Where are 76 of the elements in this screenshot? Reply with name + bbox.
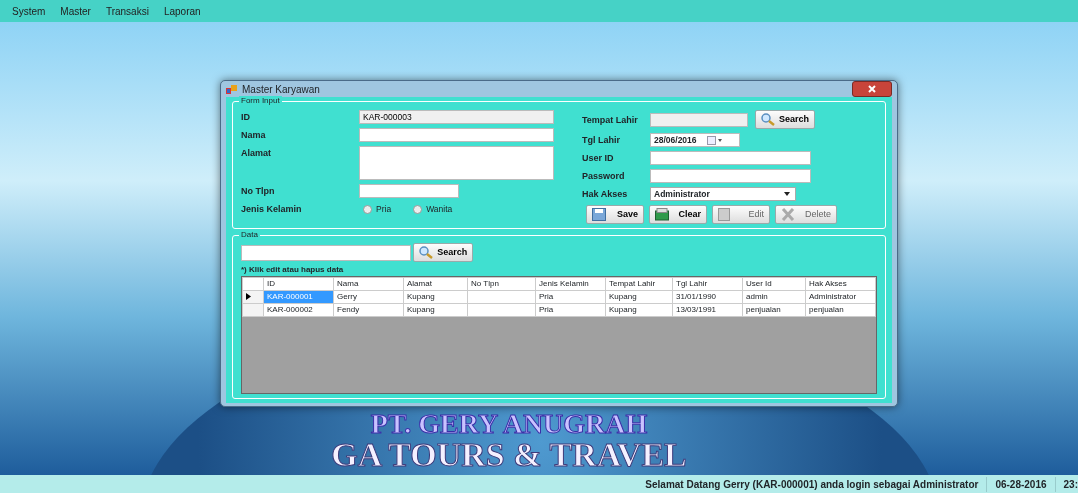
column-header[interactable]: No Tlpn bbox=[467, 277, 536, 291]
window-title: Master Karyawan bbox=[242, 82, 320, 97]
input-field[interactable] bbox=[359, 184, 459, 198]
field-label: Nama bbox=[241, 129, 267, 142]
menu-item[interactable]: Laporan bbox=[163, 3, 201, 19]
table-cell: penjualan bbox=[742, 303, 806, 317]
row-header-corner bbox=[242, 277, 264, 291]
field-label: Tgl Lahir bbox=[582, 134, 621, 147]
calendar-dropdown-icon bbox=[706, 135, 723, 145]
input-field[interactable] bbox=[650, 151, 811, 165]
close-button[interactable] bbox=[852, 81, 892, 97]
input-field[interactable] bbox=[359, 146, 554, 180]
row-header[interactable] bbox=[242, 290, 264, 304]
table-cell: Gerry bbox=[333, 290, 404, 304]
menu-item[interactable]: System bbox=[12, 3, 46, 19]
input-field[interactable] bbox=[650, 112, 748, 127]
search-icon bbox=[761, 113, 775, 126]
menu-item[interactable]: Transaksi bbox=[105, 3, 149, 19]
status-date: 06-28-2016 bbox=[986, 476, 1055, 492]
radio-option[interactable]: Pria bbox=[363, 202, 392, 216]
status-time: 23: bbox=[1054, 476, 1078, 492]
field-label: No Tlpn bbox=[241, 185, 276, 198]
table-cell bbox=[467, 290, 536, 304]
table-cell: Kupang bbox=[605, 303, 673, 317]
table-cell: Kupang bbox=[403, 290, 468, 304]
caret-icon bbox=[784, 192, 790, 196]
input-field[interactable]: KAR-000003 bbox=[359, 110, 554, 124]
banner-title: PT. GERY ANUGRAH bbox=[370, 410, 648, 438]
column-header[interactable]: Hak Akses bbox=[805, 277, 876, 291]
action-button[interactable]: Save bbox=[586, 205, 644, 224]
table-cell: 13/03/1991 bbox=[672, 303, 743, 317]
field-label: Tempat Lahir bbox=[582, 113, 639, 127]
menu-item[interactable]: Master bbox=[60, 3, 91, 19]
x-icon bbox=[781, 208, 795, 221]
group-legend: Form Input bbox=[239, 96, 282, 106]
table-cell: Pria bbox=[535, 303, 606, 317]
field-label: Password bbox=[582, 170, 626, 183]
action-button[interactable]: Clear bbox=[649, 205, 707, 224]
column-header[interactable]: Tempat Lahir bbox=[605, 277, 673, 291]
table-cell: Kupang bbox=[605, 290, 673, 304]
table-cell: Pria bbox=[535, 290, 606, 304]
table-cell: 31/01/1990 bbox=[672, 290, 743, 304]
field-label: Hak Akses bbox=[582, 188, 629, 201]
search-icon bbox=[419, 246, 434, 259]
column-header[interactable]: ID bbox=[263, 277, 334, 291]
table-cell: Fendy bbox=[333, 303, 404, 317]
app-icon bbox=[226, 83, 237, 95]
table-cell: Kupang bbox=[403, 303, 468, 317]
field-label: User ID bbox=[582, 152, 615, 165]
search-button[interactable]: Search bbox=[413, 243, 474, 262]
input-field[interactable] bbox=[650, 169, 811, 183]
field-label: ID bbox=[241, 111, 251, 124]
radio-option[interactable]: Wanita bbox=[413, 202, 453, 216]
table-cell: KAR-000002 bbox=[263, 303, 334, 317]
table-cell: Administrator bbox=[805, 290, 876, 304]
table-cell: penjualan bbox=[805, 303, 876, 317]
status-message: Selamat Datang Gerry (KAR-000001) anda login sebagai Administrator bbox=[644, 477, 980, 492]
group-legend: Data bbox=[239, 230, 260, 240]
column-header[interactable]: Jenis Kelamin bbox=[535, 277, 606, 291]
dropdown[interactable]: Administrator bbox=[650, 187, 796, 201]
hint-text: *) Klik edit atau hapus data bbox=[241, 264, 345, 276]
column-header[interactable]: Alamat bbox=[403, 277, 468, 291]
close-icon bbox=[868, 85, 876, 94]
table-cell: admin bbox=[742, 290, 806, 304]
search-button[interactable]: Search bbox=[755, 110, 816, 129]
column-header[interactable]: Nama bbox=[333, 277, 404, 291]
banner-title: GA TOURS & TRAVEL bbox=[331, 438, 687, 472]
row-pointer-icon bbox=[246, 293, 251, 301]
field-label: Alamat bbox=[241, 147, 272, 160]
column-header[interactable]: User Id bbox=[742, 277, 806, 291]
date-picker[interactable]: 28/06/2016 bbox=[650, 133, 740, 147]
table-cell bbox=[467, 303, 536, 317]
search-field[interactable] bbox=[241, 244, 411, 261]
field-label: Jenis Kelamin bbox=[241, 203, 303, 216]
input-field[interactable] bbox=[359, 128, 554, 142]
column-header[interactable]: Tgl Lahir bbox=[672, 277, 743, 291]
